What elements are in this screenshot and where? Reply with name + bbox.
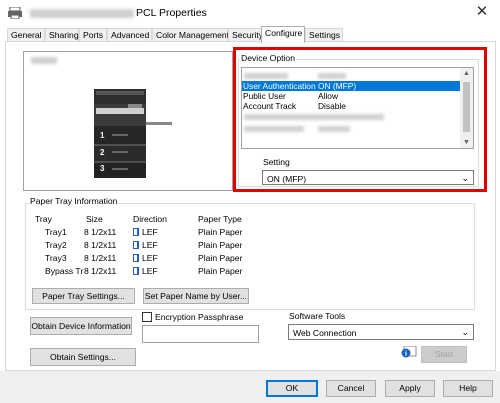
- tab-general[interactable]: General: [7, 28, 45, 42]
- apply-button[interactable]: Apply: [385, 380, 435, 397]
- printer-icon: [8, 7, 22, 19]
- tray-number-1: 1: [100, 131, 105, 140]
- lef-page-icon: [133, 267, 139, 275]
- list-item-redacted[interactable]: [242, 112, 461, 122]
- tab-settings[interactable]: Settings: [305, 28, 343, 42]
- table-row: Bypass Tr 8 1/2x11 LEF Plain Paper: [45, 266, 243, 276]
- window-title: PCL Properties: [136, 7, 207, 19]
- table-row: Tray1 8 1/2x11 LEF Plain Paper: [45, 227, 243, 237]
- table-row: Tray2 8 1/2x11 LEF Plain Paper: [45, 240, 243, 250]
- table-row: Tray3 8 1/2x11 LEF Plain Paper: [45, 253, 243, 263]
- encryption-passphrase-input[interactable]: [142, 325, 259, 343]
- list-item-public-user[interactable]: Public User Allow: [242, 91, 461, 101]
- set-paper-name-button[interactable]: Set Paper Name by User...: [143, 288, 249, 304]
- setting-dropdown[interactable]: ON (MFP) ⌄: [262, 170, 474, 185]
- tray-number-2: 2: [100, 148, 105, 157]
- tray-table: Tray1 8 1/2x11 LEF Plain Paper Tray2 8 1…: [33, 226, 293, 278]
- lef-page-icon: [133, 241, 139, 249]
- title-redacted: [30, 9, 134, 18]
- encryption-label: Encryption Passphrase: [155, 312, 244, 322]
- list-item-redacted[interactable]: [242, 71, 461, 81]
- dialog-footer: OK Cancel Apply Help: [0, 371, 500, 403]
- title-bar: PCL Properties ✕: [0, 0, 500, 26]
- close-button[interactable]: ✕: [470, 2, 494, 22]
- software-tools-dropdown[interactable]: Web Connection ⌄: [288, 324, 474, 340]
- device-option-list[interactable]: User Authentication ON (MFP) Public User…: [241, 67, 474, 149]
- tab-security[interactable]: Security: [228, 28, 263, 42]
- cancel-button[interactable]: Cancel: [326, 380, 376, 397]
- device-option-label: Device Option: [240, 53, 296, 63]
- tab-ports[interactable]: Ports: [79, 28, 107, 42]
- svg-text:i: i: [405, 350, 407, 358]
- start-button[interactable]: Start: [421, 346, 467, 363]
- setting-value: ON (MFP): [267, 174, 307, 184]
- obtain-settings-button[interactable]: Obtain Settings...: [30, 348, 136, 366]
- encryption-checkbox[interactable]: [142, 312, 152, 322]
- list-item-account-track[interactable]: Account Track Disable: [242, 101, 461, 111]
- chevron-down-icon: ⌄: [461, 327, 469, 337]
- software-tools-label: Software Tools: [289, 311, 346, 321]
- ok-button[interactable]: OK: [266, 380, 318, 397]
- info-icon[interactable]: i: [400, 346, 417, 358]
- tab-color-management[interactable]: Color Management: [152, 28, 229, 42]
- software-tools-value: Web Connection: [293, 328, 357, 338]
- tab-advanced[interactable]: Advanced: [107, 28, 152, 42]
- chevron-down-icon: ⌄: [461, 173, 469, 183]
- printer-preview: 1 2 3: [23, 51, 233, 191]
- setting-label: Setting: [263, 157, 290, 167]
- model-name-redacted: [31, 57, 57, 64]
- paper-tray-label: Paper Tray Information: [29, 196, 119, 206]
- tab-sharing[interactable]: Sharing: [45, 28, 79, 42]
- tab-configure[interactable]: Configure: [261, 26, 305, 43]
- col-header-tray: Tray: [35, 214, 52, 224]
- list-item-redacted[interactable]: [242, 124, 461, 134]
- paper-tray-settings-button[interactable]: Paper Tray Settings...: [32, 288, 135, 304]
- scroll-thumb[interactable]: [463, 82, 470, 132]
- scroll-down-icon[interactable]: ▼: [462, 138, 471, 147]
- col-header-paper-type: Paper Type: [198, 214, 242, 224]
- tray-number-3: 3: [100, 164, 105, 173]
- col-header-size: Size: [86, 214, 103, 224]
- lef-page-icon: [133, 228, 139, 236]
- scroll-up-icon[interactable]: ▲: [462, 69, 471, 78]
- obtain-device-info-button[interactable]: Obtain Device Information: [30, 317, 132, 335]
- list-item-user-authentication[interactable]: User Authentication ON (MFP): [242, 81, 461, 91]
- printer-image: [94, 89, 172, 178]
- col-header-direction: Direction: [133, 214, 167, 224]
- list-scrollbar[interactable]: ▲ ▼: [460, 68, 473, 148]
- lef-page-icon: [133, 254, 139, 262]
- help-button[interactable]: Help: [443, 380, 493, 397]
